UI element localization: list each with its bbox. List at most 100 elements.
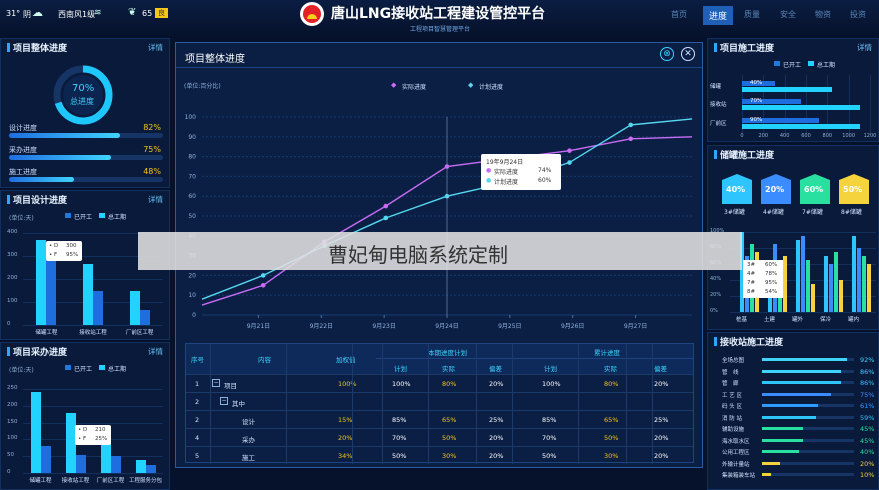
y-tick-label: 100	[7, 435, 18, 442]
progress-fill	[762, 358, 847, 361]
bar-started	[139, 310, 150, 325]
bar-started	[40, 446, 51, 473]
tab-materials[interactable]: 物资	[815, 9, 831, 20]
panel-title: 接收站施工进度	[714, 335, 783, 348]
col-line	[352, 344, 353, 464]
tank-label: 7#储罐	[802, 209, 823, 216]
bar-started	[145, 464, 156, 473]
table-row[interactable]: 5 施工 34% 50% 30% 20% 50% 30% 20%	[186, 446, 693, 464]
progress-fill	[762, 473, 772, 476]
y-tick-label: 20	[188, 272, 196, 279]
tank-bar	[783, 256, 787, 312]
x-tick-label: 罐外	[792, 317, 804, 323]
bar-started	[46, 256, 57, 325]
x-tick-label: 9月27日	[624, 323, 647, 330]
progress-fill	[762, 404, 819, 407]
grid-line	[23, 389, 163, 390]
progress-label: 施工进度	[9, 168, 37, 176]
col-line	[382, 344, 383, 464]
x-tick-label: 9月26日	[561, 323, 584, 330]
col-line	[512, 344, 513, 464]
tank-percent: 60%	[804, 185, 824, 194]
header-content: 内容	[258, 356, 271, 364]
col-line	[652, 344, 653, 464]
category-label: 储罐	[710, 84, 722, 90]
table-row[interactable]: 1 − 项目 100% 100% 80% 20% 100% 80% 20%	[186, 374, 693, 392]
y-tick-label: 250	[7, 385, 18, 391]
row-cell: 85%	[542, 416, 557, 424]
x-tick-label: 1000	[842, 133, 856, 139]
table-row[interactable]: 4 采办 20% 70% 50% 20% 70% 50% 20%	[186, 428, 693, 446]
col-line	[578, 344, 579, 464]
row-cell: 50%	[392, 452, 407, 460]
details-link[interactable]: 详情	[148, 42, 163, 53]
bar-total	[65, 412, 76, 473]
row-name: 设计	[242, 418, 255, 426]
grid-line	[23, 422, 163, 424]
bar-percent: 40%	[750, 80, 763, 86]
collapse-icon[interactable]: ⊗	[660, 47, 674, 61]
row-cell: 50%	[442, 434, 457, 442]
bar-total	[129, 290, 140, 325]
tab-home[interactable]: 首页	[671, 9, 687, 20]
table-row[interactable]: 2 设计 15% 85% 65% 25% 85% 65% 25%	[186, 410, 693, 428]
progress-fill	[762, 450, 799, 453]
details-link[interactable]: 详情	[148, 346, 163, 357]
bar-total	[742, 87, 832, 92]
progress-percent: 75%	[143, 145, 161, 154]
tank-bar	[862, 256, 866, 312]
details-link[interactable]: 详情	[857, 42, 872, 53]
progress-fill	[9, 133, 121, 138]
station-item-label: 码 头 区	[722, 404, 742, 410]
close-icon[interactable]: ✕	[681, 47, 695, 61]
grid-line	[23, 405, 163, 407]
station-item-percent: 45%	[860, 436, 875, 445]
overall-progress-panel: 项目整体进度 详情 70% 总进度 设计进度 82% 采办进度 75% 施工进度 48%	[0, 38, 170, 188]
tooltip-f-label: • F	[49, 252, 58, 258]
tab-investment[interactable]: 投资	[850, 9, 866, 20]
bar-percent: 70%	[750, 98, 763, 104]
x-tick-label: 0	[740, 133, 744, 139]
collapse-toggle-icon[interactable]: −	[220, 397, 228, 405]
ring-percent: 70%	[72, 83, 95, 94]
row-cell: 65%	[442, 416, 457, 424]
tooltip-dot: ●	[486, 167, 492, 174]
progress-fill	[762, 415, 817, 419]
x-tick-label: 800	[822, 133, 833, 139]
y-tick-label: 200	[7, 275, 18, 281]
tab-quality[interactable]: 质量	[744, 9, 760, 20]
station-item-percent: 61%	[860, 402, 875, 410]
progress-fill	[762, 392, 831, 396]
modal-title: 项目整体进度	[185, 54, 245, 65]
bar-total	[36, 239, 47, 325]
tooltip-key: 3#	[747, 262, 756, 268]
y-tick-label: 50	[188, 213, 196, 220]
row-cell: 80%	[442, 380, 457, 388]
collapse-toggle-icon[interactable]: −	[212, 379, 220, 387]
legend-swatch	[774, 61, 780, 66]
row-name: 项目	[224, 382, 237, 390]
tab-safety[interactable]: 安全	[780, 9, 796, 20]
tank-bar	[857, 248, 861, 312]
bar-tooltip: • D 210 • F 25%	[75, 425, 111, 445]
tooltip-value: 78%	[765, 271, 778, 277]
details-link[interactable]: 详情	[148, 194, 163, 205]
aqi-badge: 良	[155, 8, 168, 18]
table-row[interactable]: 2 − 其中	[186, 392, 693, 410]
tooltip-f-value: 25%	[95, 436, 108, 442]
tooltip-key: 8#	[747, 289, 756, 295]
tank-bar	[801, 236, 805, 312]
legend-started: 已开工	[783, 62, 802, 69]
grid-line	[23, 325, 163, 326]
progress-fill	[762, 369, 842, 373]
station-item-label: 集装箱装车站	[722, 473, 756, 479]
tank-label: 8#储罐	[841, 209, 862, 216]
grid-line	[23, 473, 163, 474]
row-cell: 20%	[654, 434, 669, 442]
tank-bar	[839, 280, 843, 312]
y-tick-label: 90	[188, 134, 196, 141]
tab-progress[interactable]: 进度	[703, 6, 734, 25]
x-tick-label: 600	[801, 133, 811, 139]
x-tick-label: 接收站工程	[79, 330, 107, 336]
unit-label: (单位:天)	[9, 215, 34, 222]
